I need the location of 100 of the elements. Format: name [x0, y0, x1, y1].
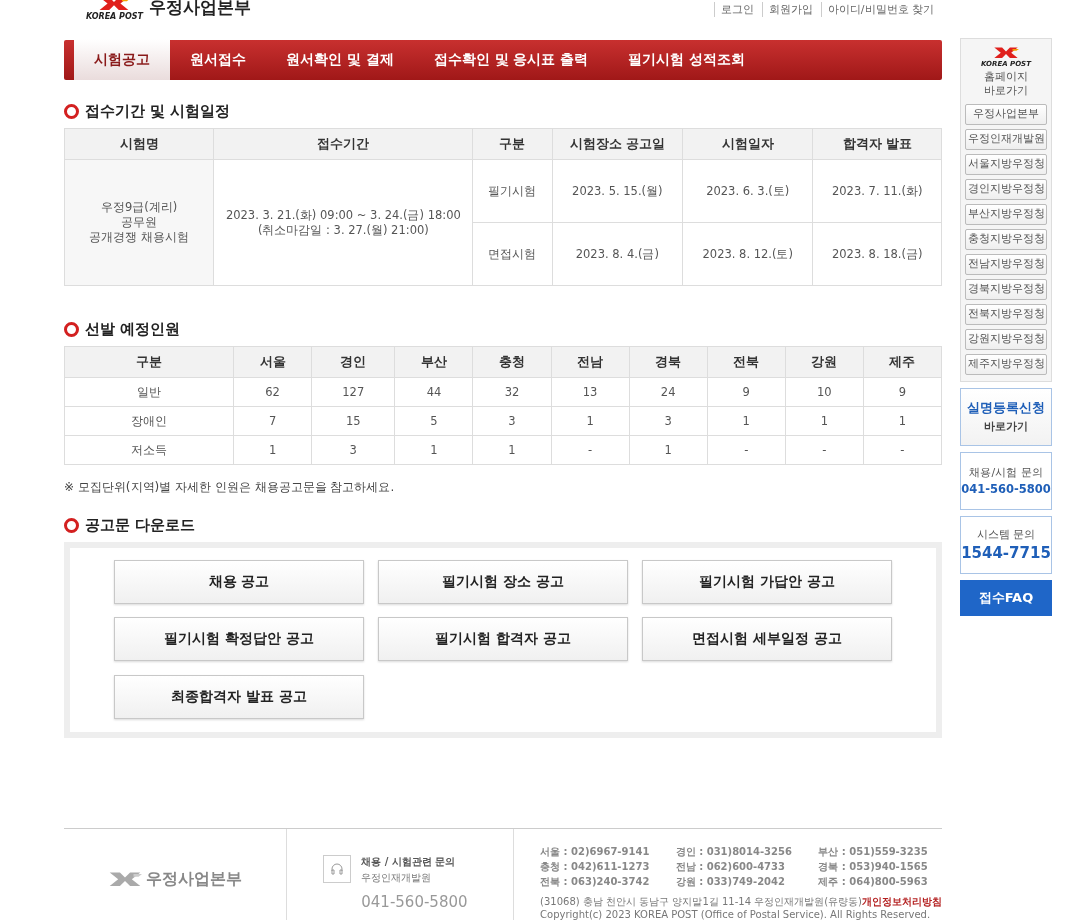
download-button[interactable]: 최종합격자 발표 공고: [114, 674, 364, 719]
table-cell: 2023. 8. 12.(토): [682, 222, 813, 286]
faq-button[interactable]: 접수FAQ: [960, 579, 1052, 616]
regional-phone: 서울 : 02)6967-9141: [540, 845, 651, 859]
table-cell: 44: [394, 377, 473, 407]
table-cell: 62: [233, 377, 312, 407]
address-text: (31068) 충남 천안시 동남구 양지말1길 11-14 우정인재개발원(유량동): [540, 895, 862, 909]
site-link[interactable]: 제주지방우정청: [965, 353, 1047, 375]
nav-tab[interactable]: 원서접수: [170, 40, 266, 80]
download-button[interactable]: 필기시험 확정답안 공고: [114, 617, 364, 662]
nav-tab[interactable]: 필기시험 성적조회: [608, 40, 766, 80]
table-cell: 9: [863, 377, 942, 407]
table-cell: 1: [551, 406, 630, 436]
top-link[interactable]: 아이디/비밀번호 찾기: [820, 2, 934, 17]
top-link[interactable]: 로그인: [713, 2, 754, 17]
table-cell: -: [551, 435, 630, 465]
table-cell: 2023. 7. 11.(화): [812, 159, 942, 223]
table-cell: 저소득: [64, 435, 234, 465]
exam-name-cell: 우정9급(계리) 공무원 공개경쟁 채용시험: [64, 159, 214, 286]
copyright-text: Copyright(c) 2023 KOREA POST (Office of Postal Service). All Rights Reserved.: [540, 909, 932, 920]
nav-tab[interactable]: 원서확인 및 결제: [266, 40, 414, 80]
footer-logo-text: 우정사업본부: [146, 868, 243, 890]
contact-number: 1544-7715: [961, 544, 1051, 563]
site-link[interactable]: 전북지방우정청: [965, 303, 1047, 325]
table-cell: 1: [394, 435, 473, 465]
table-cell: -: [707, 435, 786, 465]
column-header: 시험장소 공고일: [552, 128, 683, 160]
table-cell: 2023. 8. 4.(금): [552, 222, 683, 286]
inquiry-org: 우정인재개발원: [361, 871, 433, 885]
column-header: 구분: [472, 128, 553, 160]
site-link[interactable]: 충청지방우정청: [965, 228, 1047, 250]
site-link[interactable]: 강원지방우정청: [965, 328, 1047, 350]
bullet-icon: [64, 104, 79, 119]
table-cell: 9: [707, 377, 786, 407]
table-cell: 3: [629, 406, 708, 436]
logo-text[interactable]: 우정사업본부: [149, 0, 251, 20]
contact-number: 041-560-5800: [961, 482, 1051, 497]
regional-phone: 강원 : 033)749-2042: [675, 875, 786, 889]
period-cell: 2023. 3. 21.(화) 09:00 ~ 3. 24.(금) 18:00 (취소마감일 : 3. 27.(월) 21:00): [213, 159, 473, 286]
regional-phone: 제주 : 064)800-5963: [818, 875, 929, 889]
inquiry-title: 채용 / 시험관련 문의: [361, 855, 457, 869]
table-cell: 10: [785, 377, 864, 407]
regional-phone: 경인 : 031)8014-3256: [675, 845, 793, 859]
table-cell: 127: [311, 377, 395, 407]
download-button[interactable]: 필기시험 합격자 공고: [378, 617, 628, 662]
table-cell: 필기시험: [472, 159, 553, 223]
table-cell: 7: [233, 406, 312, 436]
privacy-link[interactable]: 개인정보처리방침: [862, 895, 942, 909]
contact-label: 시스템 문의: [976, 527, 1036, 543]
column-header: 강원: [785, 346, 864, 378]
regional-phone: 경북 : 053)940-1565: [818, 860, 929, 874]
bullet-icon: [64, 518, 79, 533]
site-link[interactable]: 전남지방우정청: [965, 253, 1047, 275]
site-link[interactable]: 부산지방우정청: [965, 203, 1047, 225]
table-cell: 일반: [64, 377, 234, 407]
table-cell: 1: [863, 406, 942, 436]
download-button[interactable]: 채용 공고: [114, 560, 364, 604]
top-link[interactable]: 회원가입: [761, 2, 813, 17]
column-header: 접수기간: [213, 128, 473, 160]
column-header: 경인: [311, 346, 395, 378]
logo-caption: KOREA POST: [86, 13, 143, 22]
realname-link[interactable]: 실명등록신청 바로가기: [960, 387, 1052, 446]
table-cell: -: [785, 435, 864, 465]
site-link[interactable]: 경북지방우정청: [965, 278, 1047, 300]
site-link[interactable]: 우정사업본부: [965, 103, 1047, 125]
site-link[interactable]: 서울지방우정청: [965, 153, 1047, 175]
column-header: 전북: [707, 346, 786, 378]
column-header: 서울: [233, 346, 312, 378]
column-header: 경북: [629, 346, 708, 378]
headset-icon: [323, 855, 352, 883]
contact-label: 채용/시험 문의: [969, 465, 1043, 481]
table-cell: 1: [707, 406, 786, 436]
site-link[interactable]: 우정인재개발원: [965, 128, 1047, 150]
nav-tab[interactable]: 시험공고: [74, 39, 170, 80]
regional-phone: 부산 : 051)559-3235: [818, 845, 929, 859]
table-cell: 1: [785, 406, 864, 436]
site-link[interactable]: 경인지방우정청: [965, 178, 1047, 200]
table-cell: 장애인: [64, 406, 234, 436]
table-cell: 1: [233, 435, 312, 465]
nav-tab[interactable]: 접수확인 및 응시표 출력: [413, 40, 609, 80]
note-text: ※ 모집단위(지역)별 자세한 인원은 채용공고문을 참고하세요.: [64, 479, 396, 496]
column-header: 시험명: [64, 128, 214, 160]
download-button[interactable]: 필기시험 장소 공고: [378, 560, 628, 604]
table-cell: 32: [473, 377, 552, 407]
table-cell: 3: [311, 435, 395, 465]
download-button[interactable]: 필기시험 가답안 공고: [642, 560, 892, 604]
bullet-icon: [64, 322, 79, 337]
download-button[interactable]: 면접시험 세부일정 공고: [642, 617, 892, 662]
table-cell: 2023. 5. 15.(월): [552, 159, 683, 223]
column-header: 부산: [394, 346, 473, 378]
section-title: 선발 예정인원: [85, 320, 181, 339]
table-cell: 면접시험: [472, 222, 553, 286]
table-cell: 3: [473, 406, 552, 436]
homepage-label: 홈페이지: [984, 69, 1028, 84]
table-cell: 13: [551, 377, 630, 407]
regional-phone: 전북 : 063)240-3742: [540, 875, 651, 889]
column-header: 충청: [473, 346, 552, 378]
table-cell: 2023. 6. 3.(토): [682, 159, 813, 223]
regional-phone: 전남 : 062)600-4733: [675, 860, 786, 874]
table-cell: 2023. 8. 18.(금): [812, 222, 942, 286]
